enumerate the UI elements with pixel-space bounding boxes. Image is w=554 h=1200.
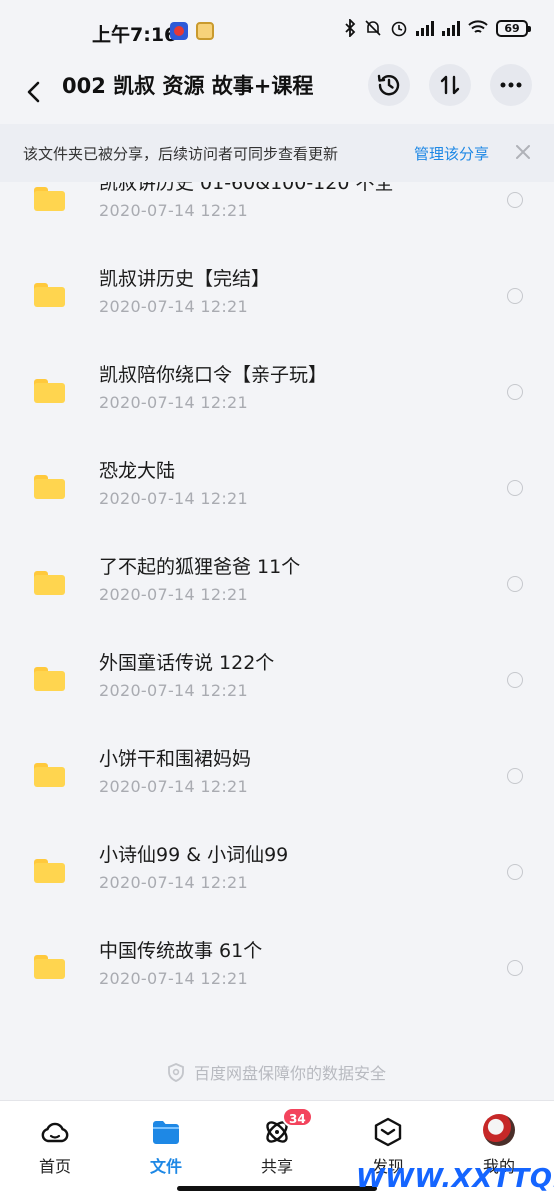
file-name: 恐龙大陆: [99, 460, 176, 482]
file-name: 凯叔讲历史【完结】: [99, 268, 271, 290]
file-date: 2020-07-14 12:21: [99, 681, 248, 700]
page-title: 002 凯叔 资源 故事+课程: [62, 74, 314, 98]
close-banner-button[interactable]: [513, 142, 533, 162]
home-indicator[interactable]: [177, 1186, 377, 1191]
file-row[interactable]: 小诗仙99 & 小词仙99 2020-07-14 12:21: [0, 813, 554, 909]
file-name: 小诗仙99 & 小词仙99: [99, 844, 289, 866]
signal-2-icon: [442, 20, 460, 36]
file-row[interactable]: 中国传统故事 61个 2020-07-14 12:21: [0, 909, 554, 1005]
select-checkbox[interactable]: [507, 192, 523, 208]
share-badge: 34: [282, 1107, 313, 1127]
file-row[interactable]: 凯叔陪你绕口令【亲子玩】 2020-07-14 12:21: [0, 333, 554, 429]
history-clock-icon: [377, 74, 400, 96]
select-checkbox[interactable]: [507, 288, 523, 304]
file-date: 2020-07-14 12:21: [99, 393, 248, 412]
avatar: [483, 1114, 515, 1146]
file-date: 2020-07-14 12:21: [99, 969, 248, 988]
notification-app-icon: [170, 22, 188, 40]
folder-icon: [34, 187, 65, 211]
folder-icon: [34, 379, 65, 403]
status-icons: 69: [344, 19, 531, 37]
back-button[interactable]: [18, 70, 50, 114]
select-checkbox[interactable]: [507, 672, 523, 688]
status-time: 上午7:16: [92, 24, 178, 46]
file-list: 凯叔讲历史 01-60&100-120 不全 2020-07-14 12:21 凯叔…: [0, 182, 554, 1100]
nav-share-label: 共享: [260, 1157, 293, 1176]
close-icon: [516, 145, 530, 159]
nav-home-label: 首页: [38, 1157, 71, 1176]
select-checkbox[interactable]: [507, 864, 523, 880]
file-name: 凯叔陪你绕口令【亲子玩】: [99, 364, 328, 386]
nav-share[interactable]: 34 共享: [232, 1101, 322, 1187]
folder-icon: [34, 571, 65, 595]
select-checkbox[interactable]: [507, 480, 523, 496]
folder-icon: [34, 667, 65, 691]
header: 002 凯叔 资源 故事+课程: [0, 62, 554, 124]
more-button[interactable]: [490, 64, 532, 106]
select-checkbox[interactable]: [507, 960, 523, 976]
shield-icon: [168, 1062, 184, 1082]
file-row[interactable]: 恐龙大陆 2020-07-14 12:21: [0, 429, 554, 525]
alarm-app-icon: [196, 22, 214, 40]
security-note: 百度网盘保障你的数据安全: [0, 1059, 554, 1085]
file-row[interactable]: 外国童话传说 122个 2020-07-14 12:21: [0, 621, 554, 717]
history-button[interactable]: [368, 64, 410, 106]
file-name: 中国传统故事 61个: [99, 940, 263, 962]
file-row[interactable]: 小饼干和围裙妈妈 2020-07-14 12:21: [0, 717, 554, 813]
file-name: 了不起的狐狸爸爸 11个: [99, 556, 301, 578]
folder-icon: [34, 955, 65, 979]
file-name: 凯叔讲历史 01-60&100-120 不全: [99, 182, 394, 194]
file-date: 2020-07-14 12:21: [99, 585, 248, 604]
select-checkbox[interactable]: [507, 768, 523, 784]
alarm-clock-icon: [391, 21, 407, 37]
share-banner: 该文件夹已被分享，后续访问者可同步查看更新 管理该分享: [0, 124, 554, 182]
folder-icon: [34, 763, 65, 787]
file-date: 2020-07-14 12:21: [99, 201, 248, 220]
mute-bell-icon: [365, 20, 381, 36]
manage-share-link[interactable]: 管理该分享: [414, 143, 489, 164]
file-date: 2020-07-14 12:21: [99, 297, 248, 316]
file-row[interactable]: 凯叔讲历史 01-60&100-120 不全 2020-07-14 12:21: [0, 182, 554, 237]
status-bar: 上午7:16 69: [0, 0, 554, 62]
screen: 上午7:16 69 002 凯叔 资源 故事+课程 该文件夹已被分享，后续访问者…: [0, 0, 554, 1200]
bluetooth-icon: [345, 19, 356, 37]
nav-files-label: 文件: [149, 1157, 182, 1176]
discover-cube-icon: [373, 1117, 403, 1147]
select-checkbox[interactable]: [507, 576, 523, 592]
file-row[interactable]: 凯叔讲历史【完结】 2020-07-14 12:21: [0, 237, 554, 333]
share-banner-text: 该文件夹已被分享，后续访问者可同步查看更新: [23, 145, 339, 163]
file-name: 外国童话传说 122个: [99, 652, 275, 674]
signal-1-icon: [416, 20, 434, 36]
nav-home[interactable]: 首页: [10, 1101, 100, 1187]
file-row[interactable]: 了不起的狐狸爸爸 11个 2020-07-14 12:21: [0, 525, 554, 621]
sort-arrows-icon: [440, 75, 460, 95]
sort-button[interactable]: [429, 64, 471, 106]
file-date: 2020-07-14 12:21: [99, 777, 248, 796]
security-note-text: 百度网盘保障你的数据安全: [193, 1064, 386, 1083]
chevron-left-icon: [27, 81, 40, 103]
nav-files[interactable]: 文件: [121, 1101, 211, 1187]
file-date: 2020-07-14 12:21: [99, 873, 248, 892]
folder-icon: [151, 1117, 181, 1147]
folder-icon: [34, 859, 65, 883]
more-dots-icon: [500, 82, 522, 88]
battery-indicator: 69: [496, 19, 531, 37]
cloud-home-icon: [40, 1117, 70, 1147]
folder-icon: [34, 475, 65, 499]
file-date: 2020-07-14 12:21: [99, 489, 248, 508]
select-checkbox[interactable]: [507, 384, 523, 400]
file-name: 小饼干和围裙妈妈: [99, 748, 252, 770]
wifi-icon: [468, 20, 488, 33]
folder-icon: [34, 283, 65, 307]
watermark-text: WWW.XXTTQ.COM: [356, 1164, 554, 1194]
